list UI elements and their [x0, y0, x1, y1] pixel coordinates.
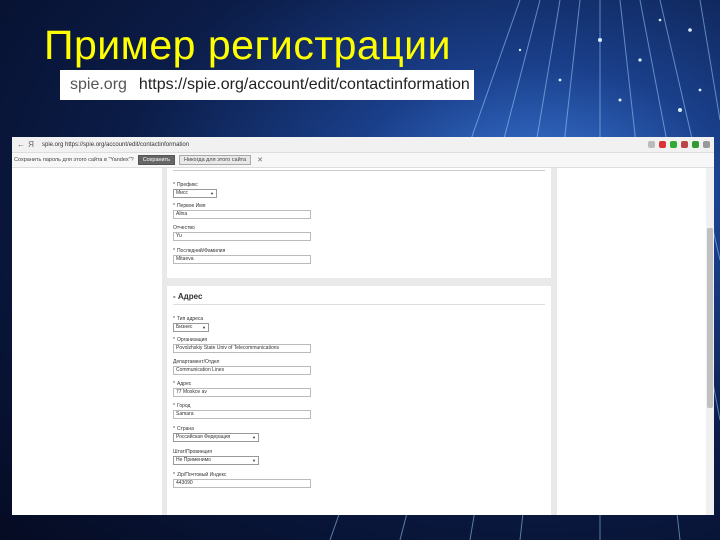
- state-field: Штат/Провинция Не Применимо ▼: [173, 449, 259, 465]
- left-column: [12, 168, 162, 515]
- opera-icon[interactable]: [659, 141, 666, 148]
- close-icon[interactable]: ✕: [257, 156, 263, 164]
- personal-info-card: * Префикс Мисс ▼ * Первое Имя Alina Отчеств…: [167, 168, 551, 278]
- page-content: * Префикс Мисс ▼ * Первое Имя Alina Отчеств…: [12, 168, 714, 515]
- save-password-button[interactable]: Сохранить: [137, 155, 176, 165]
- extension-icons: [648, 141, 710, 148]
- country-field: * Страна Российская Федерация ▼: [173, 426, 259, 442]
- extension-red-icon[interactable]: [681, 141, 688, 148]
- department-input[interactable]: Communication Lines: [173, 366, 311, 375]
- bookmark-icon[interactable]: [648, 141, 655, 148]
- city-label: Город: [176, 403, 191, 409]
- organization-label: Организация: [176, 337, 208, 343]
- address-card: - Адрес * Тип адреса Бизнес ▼ * Организация…: [167, 286, 551, 515]
- first-name-label: Первое Имя: [176, 203, 206, 209]
- save-password-message: Сохранить пароль для этого сайта в "Yand…: [14, 157, 134, 163]
- never-save-button[interactable]: Никогда для этого сайта: [179, 155, 252, 165]
- divider: [173, 170, 545, 171]
- address-type-select[interactable]: Бизнес ▼: [173, 323, 209, 332]
- organization-input[interactable]: Povolzhskiy State Univ of Telecommunicat…: [173, 344, 311, 353]
- middle-name-field: Отчество Yu: [173, 225, 311, 241]
- first-name-field: * Первое Имя Alina: [173, 203, 311, 219]
- department-label: Департамент/Отдел: [173, 359, 220, 365]
- browser-screenshot: ← Я spie.org https://spie.org/account/ed…: [12, 137, 714, 515]
- middle-name-label: Отчество: [173, 225, 195, 231]
- address-label: Адрес: [176, 381, 192, 387]
- city-input[interactable]: Samara: [173, 410, 311, 419]
- browser-toolbar: ← Я spie.org https://spie.org/account/ed…: [12, 137, 714, 153]
- department-field: Департамент/Отдел Communication Lines: [173, 359, 311, 375]
- last-name-label: Последний/Фамилия: [176, 248, 226, 254]
- first-name-input[interactable]: Alina: [173, 210, 311, 219]
- zip-label: Zip/Почтовый Индекс: [176, 472, 227, 478]
- last-name-field: * Последний/Фамилия Mitaeva: [173, 248, 311, 264]
- yandex-icon[interactable]: Я: [26, 140, 36, 149]
- address-field: * Адрес 77 Moskov av: [173, 381, 311, 397]
- state-select[interactable]: Не Применимо ▼: [173, 456, 259, 465]
- prefix-field: * Префикс Мисс ▼: [173, 182, 217, 198]
- extension-green-icon[interactable]: [692, 141, 699, 148]
- zip-field: * Zip/Почтовый Индекс 443090: [173, 472, 311, 488]
- right-column: [557, 168, 714, 515]
- menu-icon[interactable]: [703, 141, 710, 148]
- state-label: Штат/Провинция: [173, 449, 212, 455]
- country-select[interactable]: Российская Федерация ▼: [173, 433, 259, 442]
- address-type-field: * Тип адреса Бизнес ▼: [173, 316, 209, 332]
- banner-url: https://spie.org/account/edit/contactinf…: [138, 76, 470, 93]
- zip-input[interactable]: 443090: [173, 479, 311, 488]
- slide-title: Пример регистрации: [44, 22, 451, 68]
- divider: [173, 304, 545, 305]
- address-type-label: Тип адреса: [176, 316, 204, 322]
- scrollbar-thumb[interactable]: [707, 228, 713, 408]
- address-bar[interactable]: spie.org https://spie.org/account/edit/c…: [42, 142, 189, 148]
- address-section-title[interactable]: - Адрес: [173, 292, 202, 301]
- save-password-bar: Сохранить пароль для этого сайта в "Yand…: [12, 153, 714, 168]
- scrollbar[interactable]: [706, 168, 714, 515]
- address-input[interactable]: 77 Moskov av: [173, 388, 311, 397]
- city-field: * Город Samara: [173, 403, 311, 419]
- banner-domain: spie.org: [70, 76, 127, 93]
- country-label: Страна: [176, 426, 194, 432]
- url-banner: spie.org https://spie.org/account/edit/c…: [60, 70, 474, 100]
- prefix-label: Префикс: [176, 182, 198, 188]
- organization-field: * Организация Povolzhskiy State Univ of T…: [173, 337, 311, 353]
- back-arrow-icon[interactable]: ←: [16, 140, 26, 149]
- prefix-select[interactable]: Мисс ▼: [173, 189, 217, 198]
- last-name-input[interactable]: Mitaeva: [173, 255, 311, 264]
- middle-name-input[interactable]: Yu: [173, 232, 311, 241]
- shield-icon[interactable]: [670, 141, 677, 148]
